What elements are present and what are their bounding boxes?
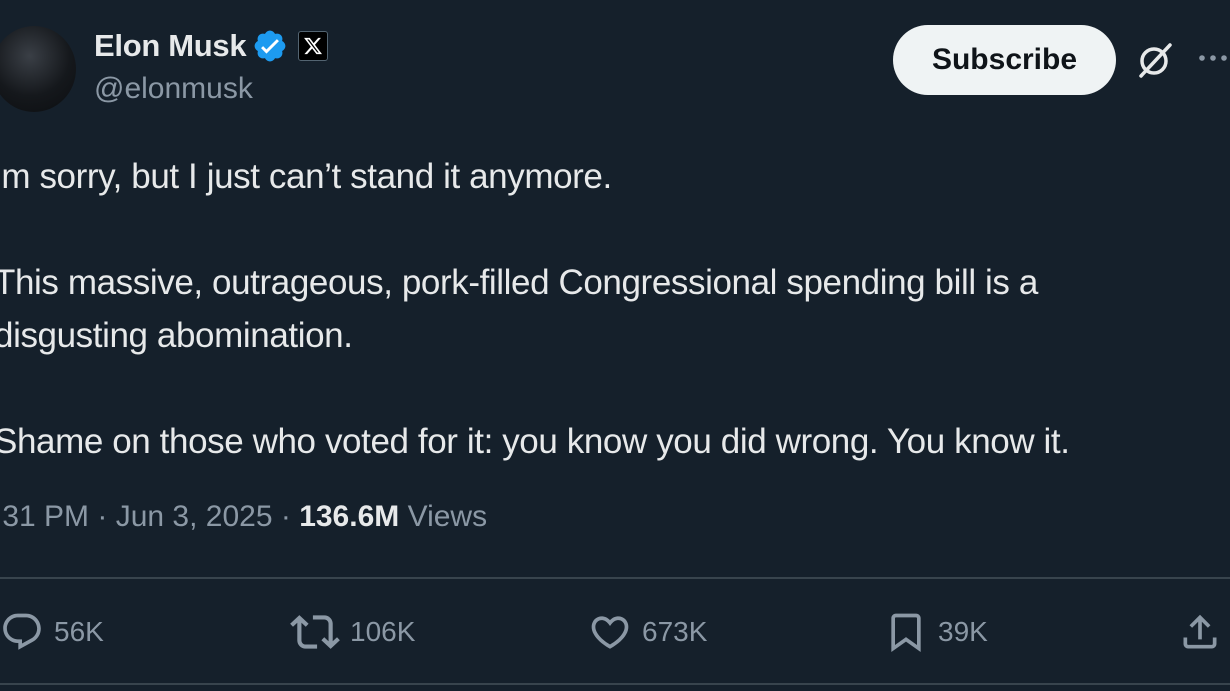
like-icon[interactable] — [588, 610, 632, 654]
tweet-meta: :31 PM · Jun 3, 2025 · 136.6M Views — [0, 500, 487, 534]
tweet-date[interactable]: Jun 3, 2025 — [116, 500, 273, 533]
author-name-row: Elon Musk — [94, 26, 329, 66]
repost-icon[interactable] — [290, 607, 340, 657]
bookmark-action[interactable]: 39K — [884, 605, 988, 659]
repost-count: 106K — [350, 616, 416, 647]
share-action[interactable] — [1178, 605, 1222, 659]
subscribe-button[interactable]: Subscribe — [893, 25, 1116, 95]
avatar[interactable] — [0, 26, 76, 112]
tweet: Elon Musk @elonmusk Subscribe ’m sorry, … — [0, 0, 1230, 691]
views-count: 136.6M — [299, 500, 400, 533]
divider — [0, 683, 1230, 685]
x-logo-icon[interactable] — [298, 31, 329, 61]
meta-separator: · — [89, 500, 116, 533]
verified-badge-icon[interactable] — [252, 28, 288, 64]
share-icon[interactable] — [1178, 610, 1222, 654]
divider — [0, 577, 1230, 579]
reply-icon[interactable] — [0, 610, 44, 654]
views-label: Views — [399, 500, 488, 533]
author-handle[interactable]: @elonmusk — [94, 72, 253, 106]
tweet-text: ’m sorry, but I just can’t stand it anym… — [0, 157, 1070, 461]
more-icon[interactable] — [1196, 46, 1230, 70]
grok-icon[interactable] — [1135, 40, 1175, 80]
like-count: 673K — [642, 616, 708, 647]
reply-count: 56K — [54, 616, 104, 647]
meta-separator: · — [272, 500, 300, 533]
reply-action[interactable]: 56K — [0, 605, 104, 659]
bookmark-count: 39K — [938, 616, 988, 647]
like-action[interactable]: 673K — [588, 605, 707, 659]
author-display-name[interactable]: Elon Musk — [94, 28, 247, 64]
bookmark-icon[interactable] — [884, 610, 928, 654]
tweet-time[interactable]: :31 PM — [0, 500, 89, 533]
repost-action[interactable]: 106K — [290, 605, 415, 659]
